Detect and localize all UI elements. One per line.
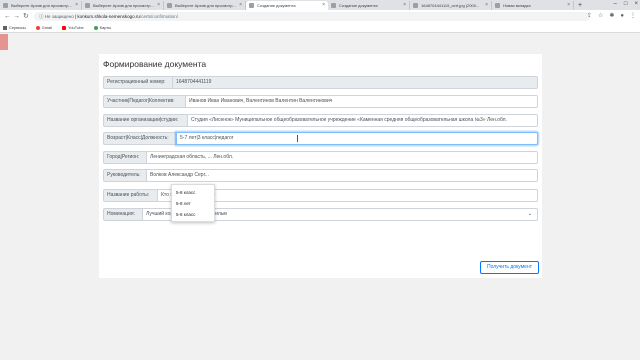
favicon-icon: [3, 3, 8, 8]
share-icon[interactable]: ⇪: [587, 12, 592, 21]
browser-tab[interactable]: Выберите Архив для просмотр... ×: [82, 1, 164, 10]
new-tab-icon[interactable]: +: [574, 1, 586, 10]
page-content: Формирование документа Регистрационный н…: [0, 34, 640, 360]
field-supervisor: Руководитель: Волков Александр Серг...: [103, 169, 538, 182]
bookmark-youtube[interactable]: YouTube: [62, 23, 84, 32]
chevron-down-icon: ⌄: [527, 211, 532, 217]
field-work-title: Название работы: Кто живёт в моём доме: [103, 189, 538, 202]
bookmark-services[interactable]: Сервисы: [3, 23, 26, 32]
menu-icon[interactable]: ⋮: [630, 12, 636, 21]
field-label: Возраст|Класс|Должность:: [103, 132, 176, 145]
favicon-icon: [331, 3, 336, 8]
get-document-button[interactable]: Получить документ: [480, 261, 539, 274]
maximize-icon[interactable]: □: [624, 0, 628, 9]
close-tab-icon[interactable]: ×: [75, 1, 78, 10]
tab-strip: Выберите Архив для просмотр... × Выберите…: [0, 0, 640, 10]
browser-tab[interactable]: Выберите Архив для просмотр... ×: [164, 1, 246, 10]
favicon-icon: [413, 3, 418, 8]
maps-icon: [93, 25, 98, 30]
field-label: Название организации|студии:: [103, 114, 188, 127]
registration-number-value: 1648704441119: [173, 76, 538, 89]
reload-icon[interactable]: ↻: [23, 12, 29, 21]
favicon-icon: [495, 3, 500, 8]
favicon-icon: [85, 3, 90, 8]
form-title: Формирование документа: [103, 59, 207, 69]
window-controls: – □ ×: [614, 0, 638, 9]
bookmarks-bar: Сервисы Gmail YouTube Карты: [0, 23, 640, 33]
autocomplete-option[interactable]: 5-6 класс: [172, 209, 214, 220]
forward-icon[interactable]: →: [13, 12, 20, 21]
bookmark-gmail[interactable]: Gmail: [35, 23, 52, 32]
browser-tab[interactable]: Новая вкладка ×: [492, 1, 574, 10]
profile-icon[interactable]: ●: [620, 12, 624, 21]
star-icon[interactable]: ☆: [598, 12, 603, 21]
close-tab-icon[interactable]: ×: [322, 1, 325, 10]
autocomplete-option[interactable]: 5-8 лет: [172, 198, 214, 209]
field-label: Руководитель:: [103, 169, 147, 182]
field-label: Регистрационный номер:: [103, 76, 173, 89]
gmail-icon: [35, 25, 40, 30]
toolbar-icons: ⇪ ☆ ✱ ● ⋮: [587, 12, 636, 21]
field-city-region: Город|Регион: Ленинградская область, ...…: [103, 151, 538, 164]
side-widget: [0, 34, 8, 50]
field-organization: Название организации|студии: Студия «Лис…: [103, 114, 538, 127]
close-tab-icon[interactable]: ×: [567, 1, 570, 10]
browser-toolbar: ← → ↻ ⓘ Не защищено | konkurs.shkola-nem…: [0, 10, 640, 23]
field-label: Город|Регион:: [103, 151, 147, 164]
url-domain: konkurs.shkola-nemenskogo.ru: [77, 14, 140, 19]
minimize-icon[interactable]: –: [614, 0, 617, 9]
browser-tab-active[interactable]: Создание документа ×: [246, 1, 328, 10]
browser-tab[interactable]: 1648704441119_cert.jpg (2000... ×: [410, 1, 492, 10]
close-tab-icon[interactable]: ×: [485, 1, 488, 10]
field-age-class-position: Возраст|Класс|Должность: 5-7 лет|3 класс…: [103, 132, 538, 145]
age-class-position-input[interactable]: 5-7 лет|3 класс|педагог: [176, 132, 538, 145]
favicon-icon: [249, 3, 254, 8]
address-bar[interactable]: ⓘ Не защищено | konkurs.shkola-nemenskog…: [34, 12, 590, 21]
organization-input[interactable]: Студия «Лисенок» Муниципальное общеобраз…: [188, 114, 538, 127]
text-cursor-icon: [297, 135, 298, 142]
browser-tab[interactable]: Создание документа ×: [328, 1, 410, 10]
back-icon[interactable]: ←: [4, 12, 11, 21]
url-path: /certs/confirmation/: [139, 14, 178, 19]
youtube-icon: [62, 25, 67, 30]
city-region-input[interactable]: Ленинградская область, ... Лен.обл.: [147, 151, 538, 164]
close-tab-icon[interactable]: ×: [157, 1, 160, 10]
field-label: Номинация:: [103, 208, 143, 221]
bookmark-maps[interactable]: Карты: [93, 23, 111, 32]
browser-tab[interactable]: Выберите Архив для просмотр... ×: [0, 1, 82, 10]
close-tab-icon[interactable]: ×: [239, 1, 242, 10]
field-nomination: Номинация: Лучший короткометражный фильм…: [103, 208, 538, 221]
window-close-icon[interactable]: ×: [634, 0, 638, 9]
insecure-warning: Не защищено: [44, 14, 74, 19]
field-label: Участник|Педагог|Коллектив:: [103, 95, 186, 108]
close-tab-icon[interactable]: ×: [403, 1, 406, 10]
form-panel: Формирование документа Регистрационный н…: [99, 54, 542, 278]
participant-input[interactable]: Иванов Иван Иванович, Валентинов Валенти…: [186, 95, 538, 108]
autocomplete-option[interactable]: 5-8 класс: [172, 187, 214, 198]
field-label: Название работы:: [103, 189, 158, 202]
extensions-icon[interactable]: ✱: [609, 12, 614, 21]
supervisor-input[interactable]: Волков Александр Серг...: [147, 169, 538, 182]
work-title-input[interactable]: Кто живёт в моём доме: [158, 189, 538, 202]
grid-icon: [3, 25, 7, 30]
age-class-position-value: 5-7 лет|3 класс|педагог: [180, 135, 234, 141]
autocomplete-dropdown: 5-8 класс 5-8 лет 5-6 класс: [171, 184, 215, 222]
field-participant: Участник|Педагог|Коллектив: Иванов Иван …: [103, 95, 538, 108]
field-registration-number: Регистрационный номер: 1648704441119: [103, 76, 538, 89]
favicon-icon: [167, 3, 172, 8]
